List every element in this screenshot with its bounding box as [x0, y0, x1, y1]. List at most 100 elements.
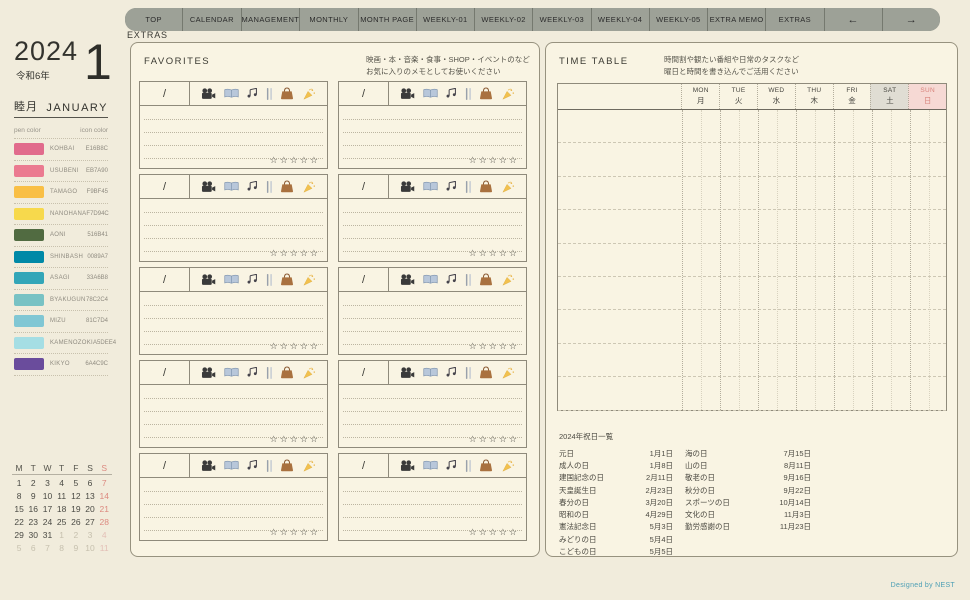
open-book-icon[interactable]: [422, 367, 438, 378]
favorite-date-field[interactable]: /: [339, 361, 389, 384]
fork-and-knife-icon[interactable]: [266, 180, 273, 193]
timetable-row[interactable]: [558, 377, 946, 411]
star-rating[interactable]: ☆☆☆☆☆: [469, 528, 519, 538]
handbag-icon[interactable]: [479, 273, 493, 286]
star-rating[interactable]: ☆☆☆☆☆: [469, 342, 519, 352]
open-book-icon[interactable]: [422, 181, 438, 192]
open-book-icon[interactable]: [223, 460, 239, 471]
memo-line[interactable]: [343, 145, 522, 146]
memo-line[interactable]: [343, 398, 522, 399]
handbag-icon[interactable]: [280, 180, 294, 193]
memo-line[interactable]: [343, 411, 522, 412]
memo-line[interactable]: [343, 132, 522, 133]
timetable-row[interactable]: [558, 344, 946, 378]
party-popper-icon[interactable]: [501, 274, 515, 286]
timetable-corner-cell[interactable]: [558, 84, 681, 109]
handbag-icon[interactable]: [280, 366, 294, 379]
handbag-icon[interactable]: [479, 180, 493, 193]
fork-and-knife-icon[interactable]: [465, 366, 472, 379]
timetable-row[interactable]: [558, 177, 946, 211]
tab-extra-memo[interactable]: EXTRA MEMO: [708, 8, 767, 31]
memo-line[interactable]: [144, 504, 323, 505]
musical-notes-icon[interactable]: [445, 367, 458, 378]
next-sheet-arrow-button[interactable]: →: [882, 8, 940, 31]
memo-line[interactable]: [144, 119, 323, 120]
memo-line[interactable]: [343, 504, 522, 505]
favorite-date-field[interactable]: /: [339, 454, 389, 477]
favorite-date-field[interactable]: /: [140, 454, 190, 477]
timetable-row[interactable]: [558, 310, 946, 344]
handbag-icon[interactable]: [280, 459, 294, 472]
timetable-row[interactable]: [558, 244, 946, 277]
timetable-row[interactable]: [558, 143, 946, 177]
party-popper-icon[interactable]: [501, 460, 515, 472]
favorite-date-field[interactable]: /: [140, 82, 190, 105]
timetable-row[interactable]: [558, 110, 946, 144]
musical-notes-icon[interactable]: [445, 88, 458, 99]
movie-camera-icon[interactable]: [201, 180, 216, 193]
memo-line[interactable]: [343, 119, 522, 120]
movie-camera-icon[interactable]: [400, 87, 415, 100]
memo-line[interactable]: [144, 238, 323, 239]
open-book-icon[interactable]: [223, 367, 239, 378]
star-rating[interactable]: ☆☆☆☆☆: [270, 249, 320, 259]
memo-line[interactable]: [343, 331, 522, 332]
fork-and-knife-icon[interactable]: [266, 87, 273, 100]
handbag-icon[interactable]: [280, 273, 294, 286]
open-book-icon[interactable]: [223, 274, 239, 285]
star-rating[interactable]: ☆☆☆☆☆: [469, 249, 519, 259]
musical-notes-icon[interactable]: [445, 181, 458, 192]
open-book-icon[interactable]: [422, 460, 438, 471]
favorite-date-field[interactable]: /: [140, 268, 190, 291]
movie-camera-icon[interactable]: [400, 273, 415, 286]
prev-sheet-arrow-button[interactable]: ←: [824, 8, 883, 31]
tab-weekly-03[interactable]: WEEKLY-03: [533, 8, 592, 31]
memo-line[interactable]: [144, 145, 323, 146]
tab-extras[interactable]: EXTRAS: [766, 8, 825, 31]
party-popper-icon[interactable]: [302, 88, 316, 100]
fork-and-knife-icon[interactable]: [266, 366, 273, 379]
timetable-row[interactable]: [558, 210, 946, 244]
favorite-date-field[interactable]: /: [140, 175, 190, 198]
star-rating[interactable]: ☆☆☆☆☆: [270, 528, 320, 538]
open-book-icon[interactable]: [422, 274, 438, 285]
star-rating[interactable]: ☆☆☆☆☆: [270, 156, 320, 166]
memo-line[interactable]: [343, 212, 522, 213]
handbag-icon[interactable]: [479, 87, 493, 100]
tab-monthly[interactable]: MONTHLY: [300, 8, 359, 31]
movie-camera-icon[interactable]: [201, 273, 216, 286]
fork-and-knife-icon[interactable]: [266, 459, 273, 472]
musical-notes-icon[interactable]: [445, 274, 458, 285]
star-rating[interactable]: ☆☆☆☆☆: [469, 435, 519, 445]
musical-notes-icon[interactable]: [246, 367, 259, 378]
memo-line[interactable]: [343, 318, 522, 319]
tab-top[interactable]: TOP: [125, 8, 184, 31]
party-popper-icon[interactable]: [501, 88, 515, 100]
tab-weekly-04[interactable]: WEEKLY-04: [591, 8, 650, 31]
tab-weekly-05[interactable]: WEEKLY-05: [649, 8, 709, 31]
fork-and-knife-icon[interactable]: [465, 273, 472, 286]
memo-line[interactable]: [343, 491, 522, 492]
movie-camera-icon[interactable]: [400, 180, 415, 193]
party-popper-icon[interactable]: [302, 460, 316, 472]
memo-line[interactable]: [343, 424, 522, 425]
tab-month-page[interactable]: MONTH PAGE: [358, 8, 417, 31]
tab-calendar[interactable]: CALENDAR: [183, 8, 242, 31]
musical-notes-icon[interactable]: [445, 460, 458, 471]
party-popper-icon[interactable]: [501, 181, 515, 193]
fork-and-knife-icon[interactable]: [266, 273, 273, 286]
memo-line[interactable]: [144, 132, 323, 133]
memo-line[interactable]: [144, 517, 323, 518]
memo-line[interactable]: [144, 424, 323, 425]
open-book-icon[interactable]: [223, 88, 239, 99]
memo-line[interactable]: [144, 225, 323, 226]
memo-line[interactable]: [144, 212, 323, 213]
memo-line[interactable]: [144, 305, 323, 306]
handbag-icon[interactable]: [479, 366, 493, 379]
memo-line[interactable]: [144, 318, 323, 319]
memo-line[interactable]: [144, 411, 323, 412]
tab-weekly-01[interactable]: WEEKLY-01: [416, 8, 476, 31]
fork-and-knife-icon[interactable]: [465, 180, 472, 193]
star-rating[interactable]: ☆☆☆☆☆: [469, 156, 519, 166]
star-rating[interactable]: ☆☆☆☆☆: [270, 342, 320, 352]
